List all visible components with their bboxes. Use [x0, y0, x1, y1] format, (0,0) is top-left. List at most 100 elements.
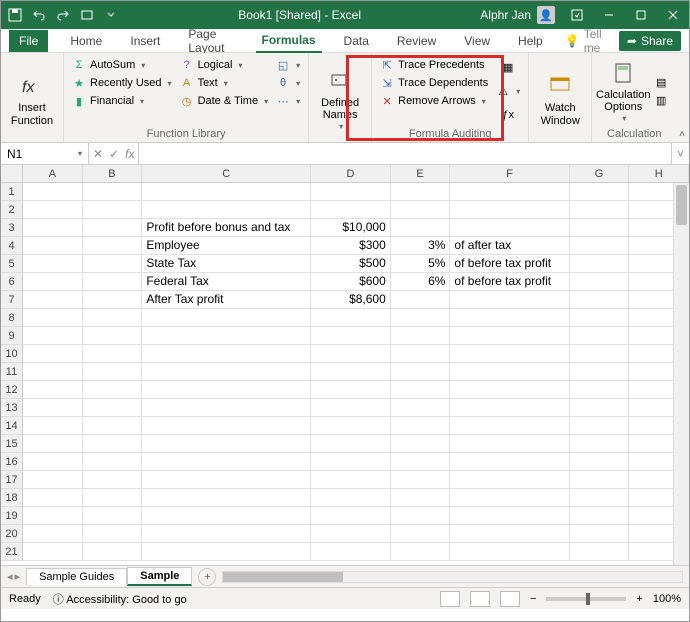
- row-header[interactable]: 15: [1, 435, 23, 453]
- cell[interactable]: [23, 489, 83, 507]
- row-headers[interactable]: 123456789101112131415161718192021: [1, 183, 23, 561]
- cell[interactable]: of before tax profit: [450, 273, 569, 291]
- cell[interactable]: [570, 309, 630, 327]
- calc-sheet-button[interactable]: ▥: [652, 93, 670, 109]
- row-header[interactable]: 19: [1, 507, 23, 525]
- more-functions-button[interactable]: ⋯▾: [274, 93, 302, 109]
- cell[interactable]: $10,000: [311, 219, 391, 237]
- cell[interactable]: [311, 345, 391, 363]
- cell[interactable]: [311, 525, 391, 543]
- zoom-in-button[interactable]: +: [636, 593, 642, 605]
- cell[interactable]: [391, 507, 451, 525]
- lookup-button[interactable]: ◱▾: [274, 57, 302, 73]
- cell[interactable]: 5%: [391, 255, 451, 273]
- cell[interactable]: [311, 435, 391, 453]
- cell[interactable]: [450, 309, 569, 327]
- collapse-ribbon-icon[interactable]: ˄: [679, 129, 685, 140]
- cell[interactable]: [83, 291, 143, 309]
- sheet-tab-sample-guides[interactable]: Sample Guides: [26, 568, 127, 585]
- cell[interactable]: [450, 399, 569, 417]
- error-checking-button[interactable]: ⚠▾: [494, 83, 522, 99]
- cell[interactable]: [83, 309, 143, 327]
- cell[interactable]: [391, 417, 451, 435]
- cell[interactable]: [142, 183, 311, 201]
- cell[interactable]: [142, 327, 311, 345]
- row-header[interactable]: 6: [1, 273, 23, 291]
- cell[interactable]: [450, 453, 569, 471]
- scrollbar-thumb[interactable]: [223, 572, 343, 582]
- cell[interactable]: [83, 507, 143, 525]
- cell[interactable]: [83, 219, 143, 237]
- cell[interactable]: [23, 507, 83, 525]
- cell[interactable]: [83, 453, 143, 471]
- cell[interactable]: [570, 507, 630, 525]
- financial-button[interactable]: ▮Financial▾: [70, 93, 174, 109]
- row-header[interactable]: 8: [1, 309, 23, 327]
- cells-area[interactable]: Profit before bonus and tax$10,000Employ…: [23, 183, 689, 565]
- share-button[interactable]: ➦Share: [619, 31, 681, 51]
- row-header[interactable]: 16: [1, 453, 23, 471]
- cell[interactable]: [450, 543, 569, 561]
- horizontal-scrollbar[interactable]: [222, 571, 683, 583]
- row-header[interactable]: 1: [1, 183, 23, 201]
- sheet-nav-next-icon[interactable]: ▸: [15, 570, 21, 583]
- calculation-options-button[interactable]: Calculation Options▾: [598, 57, 648, 126]
- cell[interactable]: [450, 525, 569, 543]
- cell[interactable]: [570, 471, 630, 489]
- zoom-level[interactable]: 100%: [653, 593, 681, 605]
- tab-insert[interactable]: Insert: [124, 30, 166, 52]
- maximize-button[interactable]: [625, 1, 657, 29]
- cell[interactable]: [311, 201, 391, 219]
- cell[interactable]: [311, 453, 391, 471]
- cell[interactable]: [311, 309, 391, 327]
- tab-view[interactable]: View: [458, 30, 496, 52]
- trace-precedents-button[interactable]: ⇱Trace Precedents: [378, 57, 490, 73]
- cell[interactable]: [142, 453, 311, 471]
- cell[interactable]: 3%: [391, 237, 451, 255]
- text-button[interactable]: AText▾: [178, 75, 271, 91]
- row-header[interactable]: 21: [1, 543, 23, 561]
- cell[interactable]: [311, 381, 391, 399]
- cell[interactable]: $8,600: [311, 291, 391, 309]
- cell[interactable]: Employee: [142, 237, 311, 255]
- cell[interactable]: [23, 453, 83, 471]
- calc-now-button[interactable]: ▤: [652, 75, 670, 91]
- cell[interactable]: [570, 399, 630, 417]
- fx-icon[interactable]: fx: [125, 147, 134, 161]
- cell[interactable]: [570, 489, 630, 507]
- autosum-button[interactable]: ΣAutoSum▾: [70, 57, 174, 73]
- cell[interactable]: [450, 507, 569, 525]
- cell[interactable]: [142, 201, 311, 219]
- cell[interactable]: [450, 363, 569, 381]
- new-sheet-button[interactable]: +: [198, 568, 216, 586]
- cell[interactable]: [311, 507, 391, 525]
- defined-names-button[interactable]: Defined Names▾: [315, 57, 365, 142]
- row-header[interactable]: 9: [1, 327, 23, 345]
- cell[interactable]: [570, 453, 630, 471]
- zoom-thumb[interactable]: [586, 593, 590, 605]
- cell[interactable]: [450, 183, 569, 201]
- cell[interactable]: [391, 399, 451, 417]
- cell[interactable]: [311, 471, 391, 489]
- watch-window-button[interactable]: Watch Window: [535, 57, 585, 142]
- cell[interactable]: [83, 363, 143, 381]
- cell[interactable]: [570, 435, 630, 453]
- cell[interactable]: Profit before bonus and tax: [142, 219, 311, 237]
- tab-review[interactable]: Review: [391, 30, 442, 52]
- cell[interactable]: [23, 417, 83, 435]
- cell[interactable]: $600: [311, 273, 391, 291]
- row-header[interactable]: 20: [1, 525, 23, 543]
- cell[interactable]: [142, 525, 311, 543]
- expand-formula-bar-icon[interactable]: ˅: [671, 143, 689, 164]
- cell[interactable]: [450, 345, 569, 363]
- cell[interactable]: [142, 471, 311, 489]
- tab-home[interactable]: Home: [64, 30, 108, 52]
- column-header[interactable]: F: [450, 165, 569, 182]
- sheet-nav-prev-icon[interactable]: ◂: [7, 570, 13, 583]
- insert-function-button[interactable]: fx Insert Function: [7, 57, 57, 142]
- cell[interactable]: [391, 363, 451, 381]
- cell[interactable]: [570, 543, 630, 561]
- cell[interactable]: [83, 543, 143, 561]
- cell[interactable]: [450, 435, 569, 453]
- column-header[interactable]: A: [23, 165, 83, 182]
